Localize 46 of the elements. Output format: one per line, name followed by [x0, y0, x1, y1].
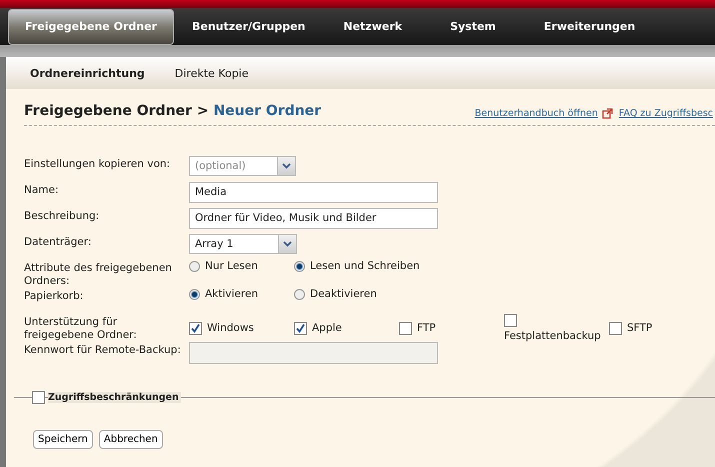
option-label: Deaktivieren — [310, 288, 377, 300]
dropdown[interactable]: Array 1 — [189, 234, 297, 254]
help-link[interactable]: FAQ zu Zugriffsbesc — [618, 108, 713, 119]
form-button[interactable]: Abbrechen — [98, 430, 163, 449]
option-label: Festplattenbackup — [504, 330, 601, 342]
field-label: Papierkorb: — [24, 289, 84, 303]
field-label: Attribute des freigegebenen Ordners: — [24, 261, 173, 288]
radio-button[interactable] — [294, 288, 305, 300]
field-label: Unterstützung für freigegebene Ordner: — [24, 315, 138, 342]
option-label: Aktivieren — [205, 288, 258, 300]
nav-tab[interactable]: Netzwerk — [319, 8, 426, 44]
help-link[interactable]: Benutzerhandbuch öffnen — [474, 108, 598, 119]
text-field[interactable]: Ordner für Video, Musik und Bilder — [189, 208, 438, 229]
caret-icon — [282, 163, 291, 169]
nav-tab[interactable]: System — [426, 8, 520, 44]
option-label: Windows — [207, 322, 254, 334]
checkbox[interactable] — [294, 322, 307, 334]
nav-tab[interactable]: Erweiterungen — [520, 8, 660, 44]
radio-button[interactable] — [294, 260, 305, 272]
option-label: Lesen und Schreiben — [310, 260, 420, 272]
field-label: Einstellungen kopieren von: — [24, 157, 172, 171]
field-label: Beschreibung: — [24, 209, 100, 223]
form-button[interactable]: Speichern — [33, 430, 93, 449]
nav-tab[interactable]: Freigegebene Ordner — [8, 8, 174, 44]
section-label: Zugriffsbeschränkungen — [48, 392, 181, 402]
option-label: FTP — [417, 322, 436, 334]
option-label: SFTP — [627, 322, 652, 334]
field-label: Name: — [24, 183, 60, 197]
radio-button[interactable] — [189, 260, 200, 272]
checkbox[interactable] — [399, 322, 412, 334]
field-label: Kennwort für Remote-Backup: — [24, 343, 182, 357]
checkbox[interactable] — [504, 314, 517, 327]
checkbox[interactable] — [32, 390, 45, 404]
nav-tab[interactable]: Benutzer/Gruppen — [178, 8, 320, 44]
option-label: Apple — [312, 322, 342, 334]
radio-button[interactable] — [189, 288, 200, 300]
checkbox[interactable] — [609, 322, 622, 334]
sub-tab[interactable]: Direkte Kopie — [174, 66, 249, 80]
text-field[interactable]: Media — [189, 182, 438, 203]
checkbox[interactable] — [189, 322, 202, 334]
option-label: Nur Lesen — [205, 260, 258, 272]
dropdown[interactable]: (optional) — [189, 156, 296, 176]
page-title: Freigegebene Ordner > Neuer Ordner — [24, 103, 322, 119]
caret-icon — [283, 241, 292, 247]
sub-tab[interactable]: Ordnereinrichtung — [30, 66, 145, 80]
field-label: Datenträger: — [24, 235, 92, 249]
